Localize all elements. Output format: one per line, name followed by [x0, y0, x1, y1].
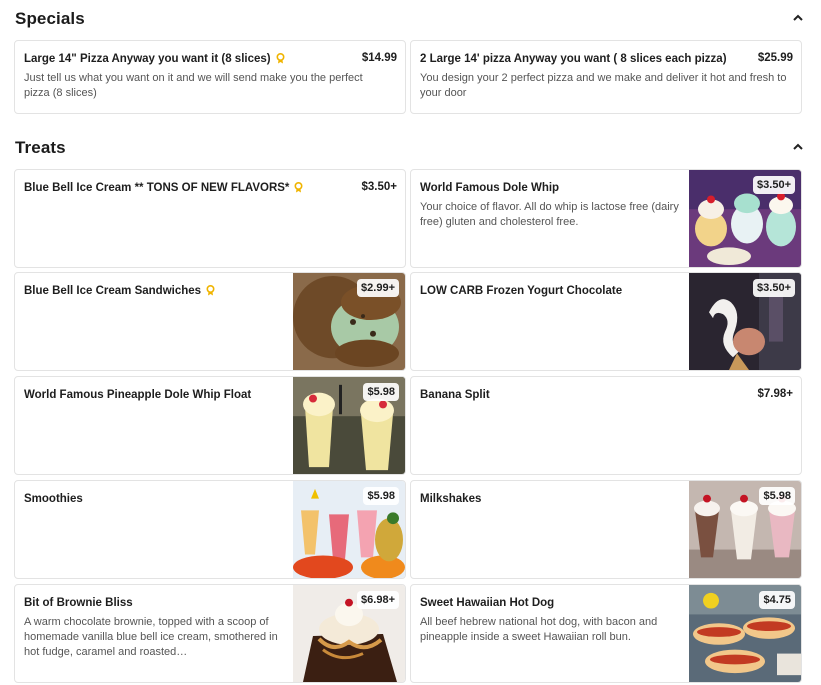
item-price: $2.99+: [357, 279, 399, 297]
treat-card-sweet-hawaiian-hot-dog[interactable]: Sweet Hawaiian Hot Dog All beef hebrew n…: [410, 584, 802, 683]
treat-card-banana-split[interactable]: Banana Split $7.98+: [410, 376, 802, 475]
item-name: Smoothies: [24, 493, 83, 505]
dole-whip-float-image: $5.98: [293, 377, 405, 474]
treat-card-smoothies[interactable]: Smoothies $5.98: [14, 480, 406, 579]
treats-section-header: Treats: [15, 138, 806, 162]
item-name: 2 Large 14' pizza Anyway you want ( 8 sl…: [420, 53, 727, 65]
treat-card-milkshakes[interactable]: Milkshakes $5.98: [410, 480, 802, 579]
brownie-sundae-image: $6.98+: [293, 585, 405, 682]
specials-section-header: Specials: [15, 9, 806, 33]
item-name: Blue Bell Ice Cream Sandwiches: [24, 285, 215, 297]
treat-card-pineapple-dole-whip-float[interactable]: World Famous Pineapple Dole Whip Float $…: [14, 376, 406, 475]
item-name: Milkshakes: [420, 493, 482, 505]
specials-card-large-pizza[interactable]: Large 14" Pizza Anyway you want it (8 sl…: [14, 40, 406, 114]
item-price: $14.99: [361, 52, 397, 64]
treat-card-low-carb-frozen-yogurt[interactable]: LOW CARB Frozen Yogurt Chocolate $3.50+: [410, 272, 802, 371]
item-price: $3.50+: [753, 279, 795, 297]
treats-title: Treats: [15, 138, 66, 157]
milkshakes-image: $5.98: [689, 481, 801, 578]
treat-card-dole-whip[interactable]: World Famous Dole Whip Your choice of fl…: [410, 169, 802, 268]
specials-collapse-button[interactable]: [790, 9, 806, 25]
item-price: $5.98: [759, 487, 795, 505]
ice-cream-sandwich-image: $2.99+: [293, 273, 405, 370]
soft-serve-cone-image: $3.50+: [689, 273, 801, 370]
item-price: $6.98+: [357, 591, 399, 609]
item-name: Bit of Brownie Bliss: [24, 597, 133, 609]
award-icon: [276, 53, 285, 64]
smoothies-image: $5.98: [293, 481, 405, 578]
treat-card-ice-cream-sandwiches[interactable]: Blue Bell Ice Cream Sandwiches $2.99+: [14, 272, 406, 371]
item-description: All beef hebrew national hot dog, with b…: [420, 616, 658, 643]
hot-dogs-image: $4.75: [689, 585, 801, 682]
chevron-up-icon: [793, 143, 803, 150]
item-price: $3.50+: [361, 181, 398, 193]
item-price: $3.50+: [753, 176, 795, 194]
specials-card-two-large-pizzas[interactable]: 2 Large 14' pizza Anyway you want ( 8 sl…: [410, 40, 802, 114]
item-price: $4.75: [759, 591, 795, 609]
treat-card-blue-bell-ice-cream[interactable]: Blue Bell Ice Cream ** TONS OF NEW FLAVO…: [14, 169, 406, 268]
item-name: World Famous Dole Whip: [420, 182, 560, 194]
item-price: $5.98: [363, 487, 399, 505]
item-name: LOW CARB Frozen Yogurt Chocolate: [420, 285, 623, 297]
item-description: Your choice of flavor. All do whip is la…: [420, 201, 679, 228]
item-description: You design your 2 perfect pizza and we m…: [420, 72, 787, 99]
ice-cream-sundae-image: $3.50+: [689, 170, 801, 267]
treat-card-brownie-bliss[interactable]: Bit of Brownie Bliss A warm chocolate br…: [14, 584, 406, 683]
item-price: $7.98+: [757, 388, 794, 400]
item-description: Just tell us what you want on it and we …: [24, 72, 363, 99]
award-icon: [206, 285, 215, 296]
item-price: $25.99: [757, 52, 793, 64]
chevron-up-icon: [793, 14, 803, 21]
item-name: Banana Split: [420, 389, 490, 401]
item-name: Large 14" Pizza Anyway you want it (8 sl…: [24, 53, 285, 65]
item-name: Blue Bell Ice Cream ** TONS OF NEW FLAVO…: [24, 182, 303, 194]
specials-title: Specials: [15, 9, 85, 28]
award-icon: [294, 182, 303, 193]
treats-collapse-button[interactable]: [790, 138, 806, 154]
item-name: Sweet Hawaiian Hot Dog: [420, 597, 555, 609]
item-description: A warm chocolate brownie, topped with a …: [24, 616, 278, 658]
item-price: $5.98: [363, 383, 399, 401]
item-name: World Famous Pineapple Dole Whip Float: [24, 389, 252, 401]
